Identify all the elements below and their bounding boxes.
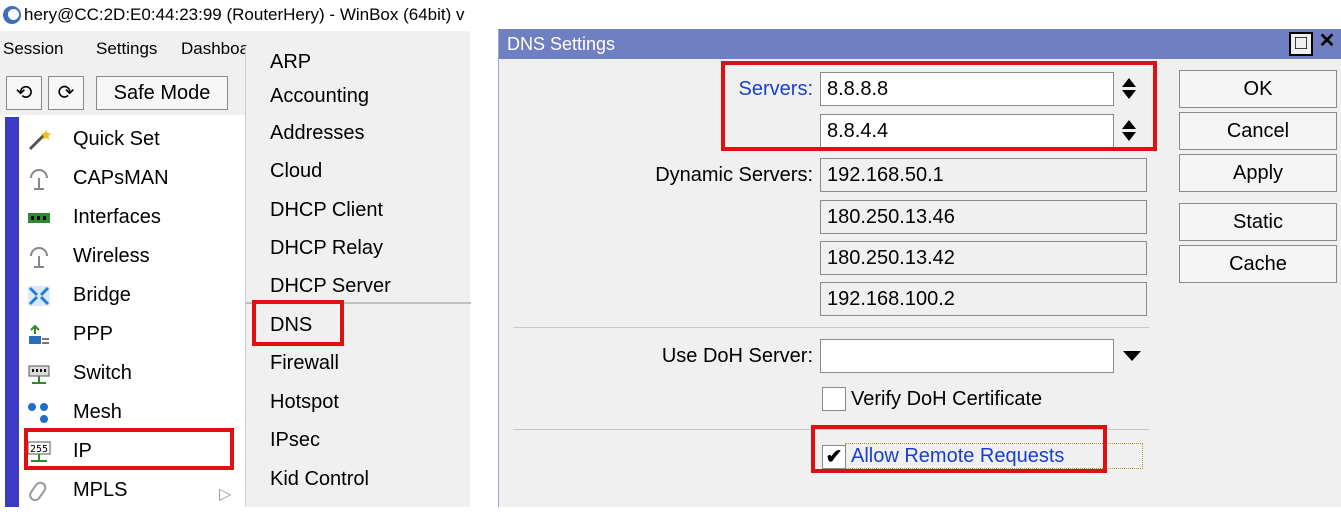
dynamic-servers-label: Dynamic Servers: — [655, 164, 813, 186]
submenu-arrow-icon: ▷ — [219, 486, 232, 503]
undo-icon: ⟲ — [15, 82, 33, 104]
submenu-item-ipsec[interactable]: IPsec — [246, 421, 471, 459]
cache-button[interactable]: Cache — [1179, 245, 1337, 283]
submenu-item-kid-control[interactable]: Kid Control — [246, 460, 471, 498]
menu-session[interactable]: Session — [3, 31, 63, 67]
submenu-item-firewall[interactable]: Firewall — [246, 344, 471, 382]
maximize-button[interactable]: □ — [1289, 32, 1313, 56]
safe-mode-button[interactable]: Safe Mode — [96, 76, 228, 110]
server-field-2[interactable]: 8.8.4.4 — [820, 114, 1114, 148]
menu-item-interfaces[interactable]: Interfaces — [19, 198, 245, 237]
mpls-icon — [29, 481, 47, 502]
submenu-item-dhcp-server[interactable]: DHCP Server — [246, 267, 471, 305]
dynamic-server-2: 180.250.13.46 — [820, 200, 1147, 234]
winbox-logo-icon — [3, 6, 21, 24]
submenu-item-dhcp-client[interactable]: DHCP Client — [246, 191, 471, 229]
menu-item-mpls[interactable]: MPLS ▷ — [19, 471, 245, 510]
maximize-icon: □ — [1294, 32, 1308, 54]
menu-dashboard[interactable]: Dashboa — [181, 31, 249, 67]
server-2-spinner-icon[interactable] — [1119, 119, 1139, 143]
menu-item-mesh[interactable]: Mesh — [19, 393, 245, 432]
submenu-item-accounting[interactable]: Accounting — [246, 77, 471, 115]
menu-item-switch[interactable]: Switch — [19, 354, 245, 393]
submenu-item-dns[interactable]: DNS — [246, 306, 471, 344]
sidebar-stripe — [5, 117, 19, 507]
menu-item-quick-set[interactable]: Quick Set — [19, 120, 245, 159]
verify-doh-label: Verify DoH Certificate — [851, 388, 1043, 410]
switch-icon — [28, 365, 50, 384]
static-button[interactable]: Static — [1179, 203, 1337, 241]
antenna-icon — [30, 169, 48, 190]
submenu-item-dhcp-relay[interactable]: DHCP Relay — [246, 229, 471, 267]
dns-settings-dialog: DNS Settings □ ✕ Servers: 8.8.8.8 8.8.4.… — [498, 29, 1341, 507]
ip-icon: 255 — [27, 441, 51, 462]
close-button[interactable]: ✕ — [1315, 30, 1339, 56]
allow-remote-checkbox[interactable]: ✔ — [822, 445, 846, 469]
svg-text:255: 255 — [30, 444, 48, 455]
redo-icon: ⟳ — [57, 82, 75, 104]
menu-item-wireless[interactable]: Wireless — [19, 237, 245, 276]
dynamic-server-1: 192.168.50.1 — [820, 158, 1147, 192]
menu-settings[interactable]: Settings — [96, 31, 157, 67]
undo-button[interactable]: ⟲ — [6, 76, 42, 110]
winbox-title-bar: hery@CC:2D:E0:44:23:99 (RouterHery) - Wi… — [0, 0, 470, 30]
ppp-icon — [29, 324, 49, 344]
doh-dropdown-icon[interactable] — [1123, 351, 1141, 363]
close-icon: ✕ — [1318, 30, 1336, 52]
menu-item-capsman[interactable]: CAPsMAN — [19, 159, 245, 198]
dialog-title-bar: DNS Settings □ ✕ — [499, 29, 1341, 59]
dynamic-server-4: 192.168.100.2 — [820, 282, 1147, 316]
wireless-icon — [30, 247, 48, 268]
server-field-1[interactable]: 8.8.8.8 — [820, 72, 1114, 106]
divider-2 — [513, 429, 1149, 430]
server-1-spinner-icon[interactable] — [1119, 77, 1139, 101]
redo-button[interactable]: ⟳ — [48, 76, 84, 110]
verify-doh-checkbox[interactable] — [822, 387, 846, 411]
submenu-item-arp[interactable]: ARP — [246, 43, 471, 81]
dynamic-server-3: 180.250.13.42 — [820, 241, 1147, 275]
dialog-title: DNS Settings — [507, 34, 616, 54]
mesh-icon — [28, 403, 48, 423]
interface-icon — [28, 213, 50, 223]
submenu-item-addresses[interactable]: Addresses — [246, 114, 471, 152]
doh-server-label: Use DoH Server: — [661, 345, 813, 367]
ok-button[interactable]: OK — [1179, 70, 1337, 108]
ip-submenu: ARP Accounting Addresses Cloud DHCP Clie… — [245, 43, 471, 507]
apply-button[interactable]: Apply — [1179, 154, 1337, 192]
menu-item-bridge[interactable]: Bridge — [19, 276, 245, 315]
window-title: hery@CC:2D:E0:44:23:99 (RouterHery) - Wi… — [24, 5, 465, 24]
menu-item-ppp[interactable]: PPP — [19, 315, 245, 354]
left-menu: Quick Set CAPsMAN Interfaces Wireless Br… — [19, 117, 245, 507]
servers-label: Servers: — [738, 78, 813, 100]
doh-server-input[interactable] — [820, 339, 1114, 373]
submenu-separator — [246, 302, 471, 304]
wand-icon — [28, 130, 51, 151]
menu-item-ip[interactable]: 255 IP — [19, 432, 245, 471]
bridge-icon — [28, 286, 50, 306]
allow-remote-label: Allow Remote Requests — [851, 445, 1065, 467]
submenu-item-hotspot[interactable]: Hotspot — [246, 383, 471, 421]
submenu-item-cloud[interactable]: Cloud — [246, 152, 471, 190]
divider-1 — [513, 327, 1149, 328]
cancel-button[interactable]: Cancel — [1179, 112, 1337, 150]
